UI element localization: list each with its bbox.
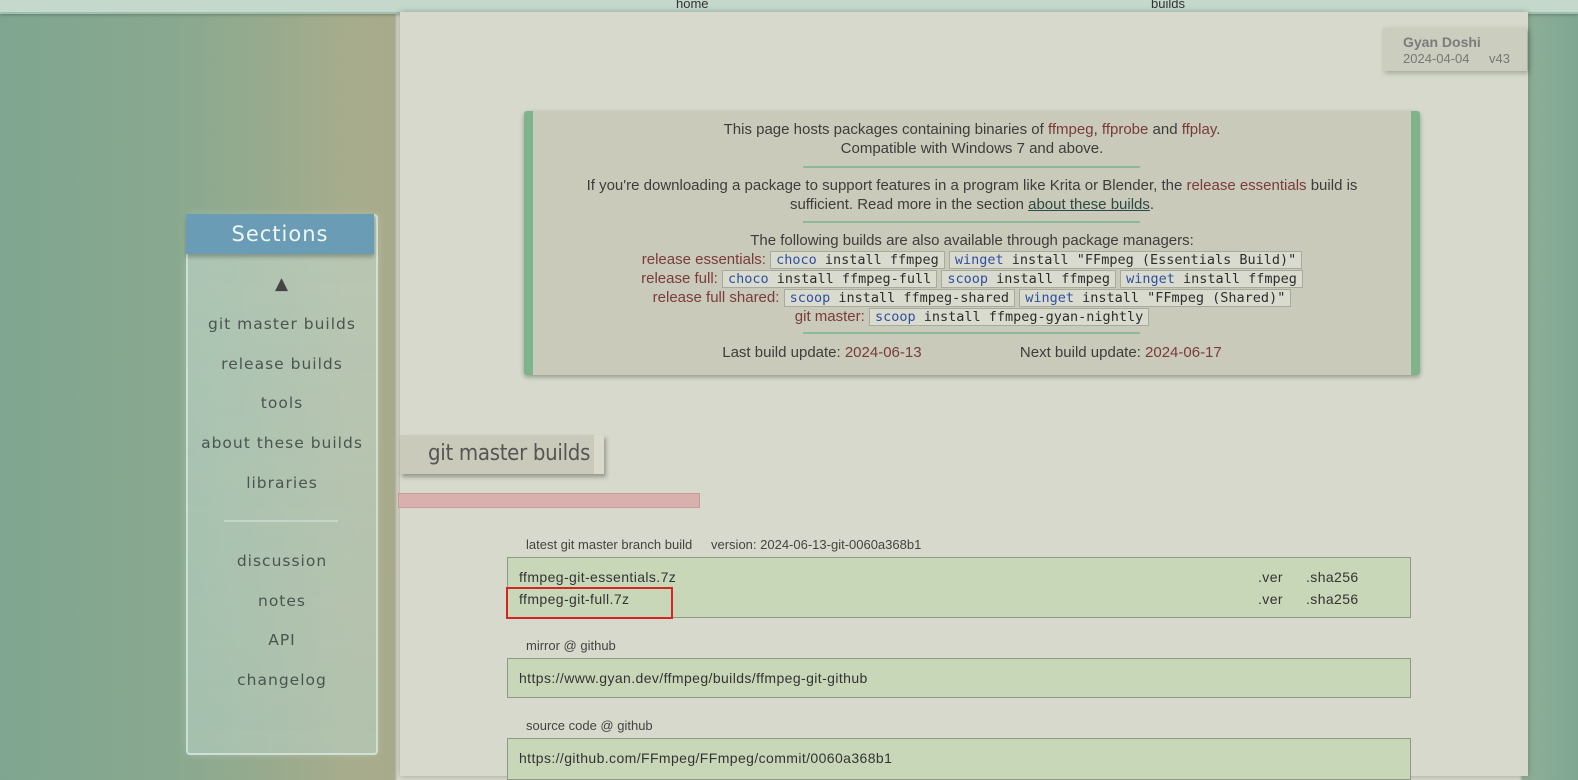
mirror-label: mirror @ github <box>526 638 616 653</box>
pkg-row-label: release full: <box>641 270 718 287</box>
sidebar-item-notes[interactable]: notes <box>188 592 376 610</box>
sha256-link[interactable]: .sha256 <box>1306 569 1359 585</box>
latest-build-label: latest git master branch build <box>526 537 693 552</box>
sidebar-item-release-builds[interactable]: release builds <box>188 355 376 373</box>
highlight-rectangle <box>506 587 673 619</box>
ffmpeg-name: ffmpeg <box>1047 121 1094 138</box>
source-box: https://github.com/FFmpeg/FFmpeg/commit/… <box>507 738 1411 780</box>
pkg-row-label: release full shared: <box>652 289 780 306</box>
pkg-command: choco install ffmpeg-full <box>722 270 938 288</box>
ffprobe-name: ffprobe <box>1101 121 1149 138</box>
next-build-date: 2024-06-17 <box>1145 344 1222 361</box>
pkg-command: winget install ffmpeg <box>1120 270 1303 288</box>
page-version: v43 <box>1489 51 1510 66</box>
section-heading: git master builds <box>400 435 604 474</box>
mirror-url-link[interactable]: https://www.gyan.dev/ffmpeg/builds/ffmpe… <box>519 670 868 686</box>
section-heading-text: git master builds <box>428 441 591 466</box>
sidebar-item-about-these-builds[interactable]: about these builds <box>188 434 376 452</box>
scroll-top-arrow-icon[interactable]: ▲ <box>188 274 376 294</box>
sha256-link[interactable]: .sha256 <box>1306 591 1359 607</box>
author-card: Gyan Doshi 2024-04-04 v43 <box>1383 28 1527 71</box>
info-divider <box>803 166 1140 168</box>
info-box: This page hosts packages containing bina… <box>524 111 1420 375</box>
about-these-builds-link[interactable]: about these builds <box>1028 196 1150 213</box>
pkg-command: scoop install ffmpeg-gyan-nightly <box>868 308 1150 326</box>
pkg-row-release-full-shared: release full shared: scoop install ffmpe… <box>533 289 1411 307</box>
sidebar-item-git-master-builds[interactable]: git master builds <box>188 315 376 333</box>
pkg-row-git-master: git master: scoop install ffmpeg-gyan-ni… <box>533 308 1411 326</box>
pkg-row-release-full: release full: choco install ffmpeg-full … <box>533 270 1411 288</box>
package-managers-intro: The following builds are also available … <box>750 232 1194 249</box>
source-label: source code @ github <box>526 718 653 733</box>
pkg-row-release-essentials: release essentials: choco install ffmpeg… <box>533 251 1411 269</box>
build-update-line: Last build update: 2024-06-13 Next build… <box>722 344 1222 361</box>
pkg-command: scoop install ffmpeg-shared <box>783 289 1016 307</box>
file-link-essentials[interactable]: ffmpeg-git-essentials.7z <box>519 569 676 585</box>
info-divider <box>803 332 1140 334</box>
sidebar-item-changelog[interactable]: changelog <box>188 671 376 689</box>
ffplay-name: ffplay <box>1181 121 1217 138</box>
sections-sidebar: ▲ git master builds release builds tools… <box>186 214 378 755</box>
author-name: Gyan Doshi <box>1403 34 1481 50</box>
sidebar-divider <box>224 520 338 522</box>
nav-builds-link[interactable]: builds <box>1151 0 1185 11</box>
ver-link[interactable]: .ver <box>1258 569 1283 585</box>
release-essentials-highlight: release essentials <box>1186 177 1307 194</box>
pkg-command: winget install "FFmpeg (Shared)" <box>1019 289 1292 307</box>
last-build-date: 2024-06-13 <box>844 344 922 361</box>
info-line-krita: If you're downloading a package to suppo… <box>586 177 1358 194</box>
sidebar-title: Sections <box>186 214 374 254</box>
info-line-compat: Compatible with Windows 7 and above. <box>840 140 1104 157</box>
info-line-readmore: sufficient. Read more in the section abo… <box>789 196 1155 213</box>
info-divider <box>803 221 1140 223</box>
author-date: 2024-04-04 <box>1403 51 1470 66</box>
info-line-binaries: This page hosts packages containing bina… <box>723 121 1221 138</box>
section-accent-bar <box>398 493 700 508</box>
sidebar-item-tools[interactable]: tools <box>188 394 376 412</box>
mirror-box: https://www.gyan.dev/ffmpeg/builds/ffmpe… <box>507 658 1411 698</box>
nav-home-link[interactable]: home <box>676 0 709 11</box>
latest-build-version: version: 2024-06-13-git-0060a368b1 <box>711 537 922 552</box>
pkg-row-label: git master: <box>794 308 865 325</box>
sidebar-item-discussion[interactable]: discussion <box>188 552 376 570</box>
pkg-command: scoop install ffmpeg <box>941 270 1116 288</box>
sidebar-item-libraries[interactable]: libraries <box>188 474 376 492</box>
pkg-row-label: release essentials: <box>641 251 766 268</box>
sidebar-item-api[interactable]: API <box>188 631 376 649</box>
pkg-command: choco install ffmpeg <box>770 251 945 269</box>
source-url-link[interactable]: https://github.com/FFmpeg/FFmpeg/commit/… <box>519 750 892 766</box>
pkg-command: winget install "FFmpeg (Essentials Build… <box>948 251 1303 269</box>
ver-link[interactable]: .ver <box>1258 591 1283 607</box>
